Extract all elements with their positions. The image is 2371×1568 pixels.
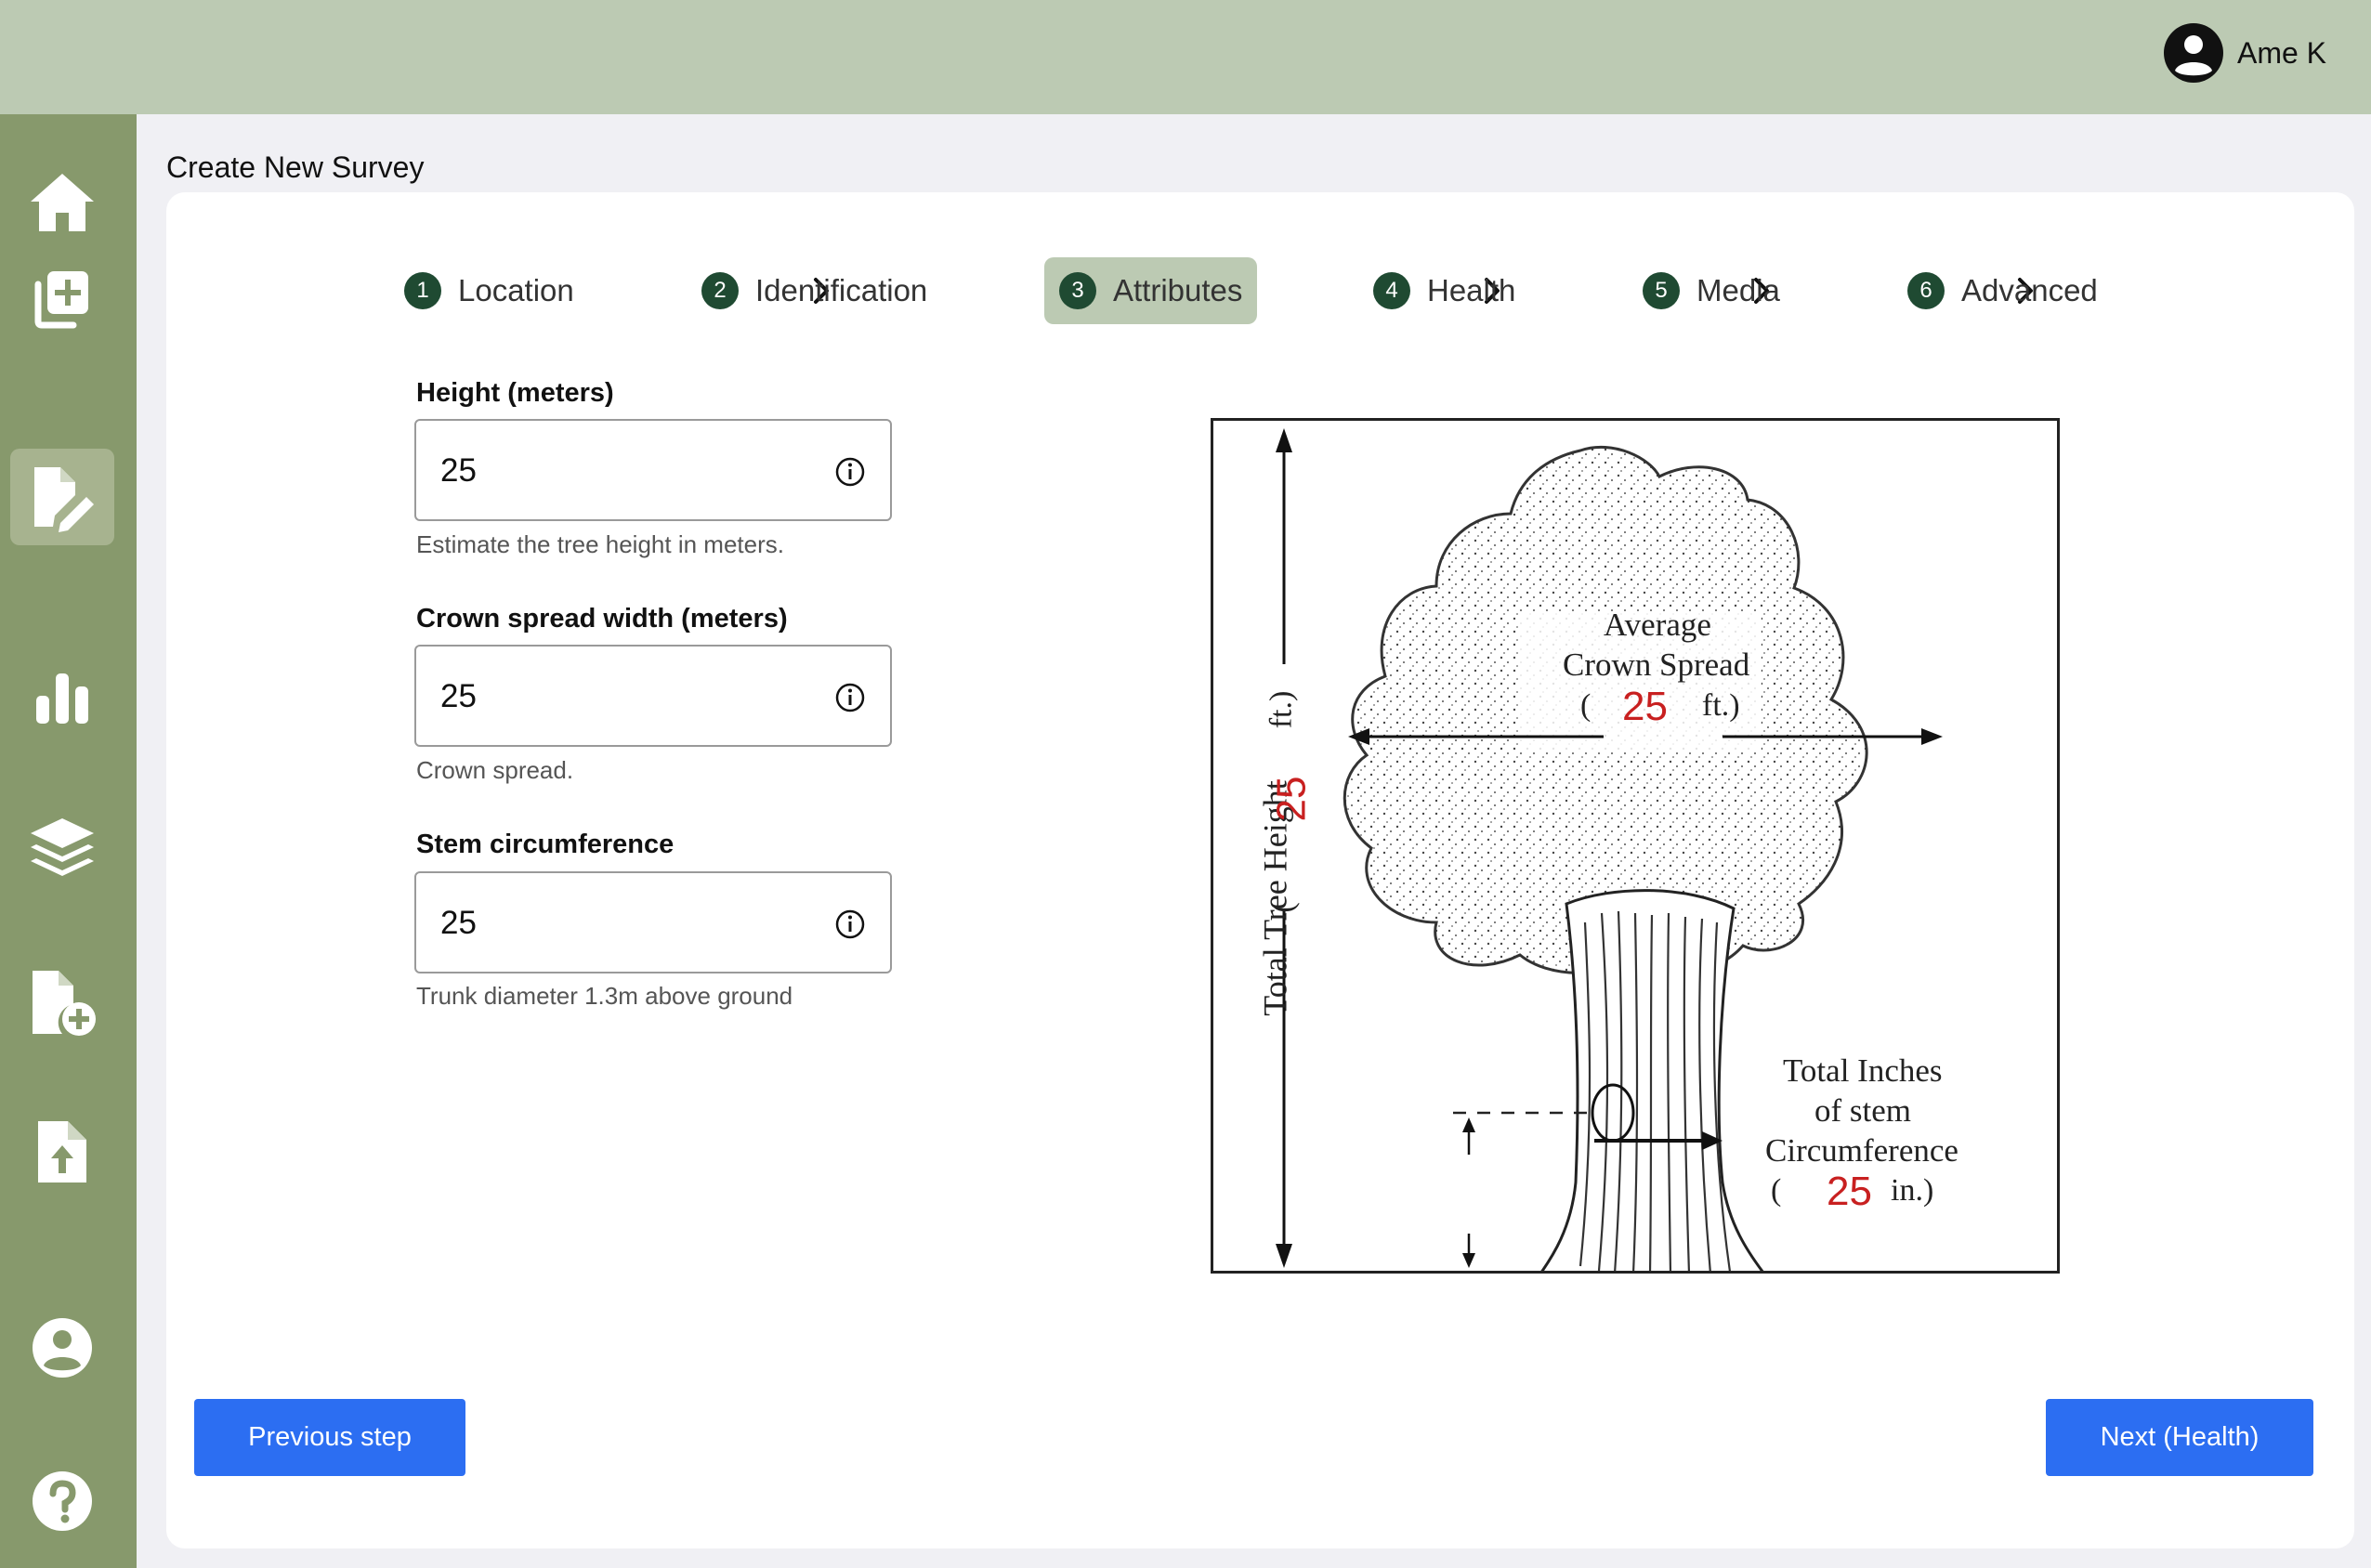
- info-icon[interactable]: [834, 682, 866, 713]
- sidebar-item-new-file[interactable]: [10, 954, 114, 1051]
- height-diagram-unit: ft.): [1264, 690, 1299, 729]
- height-help: Estimate the tree height in meters.: [416, 530, 784, 558]
- tree-measurement-diagram: Total Tree Height ( 25 ft.) Average Crow…: [1211, 418, 2060, 1274]
- bar-chart-icon: [36, 673, 88, 724]
- step-label: Location: [458, 273, 574, 307]
- sidebar-item-add-survey[interactable]: [10, 250, 114, 346]
- question-circle-icon: [33, 1471, 92, 1531]
- layers-icon: [31, 818, 94, 876]
- file-upload-icon: [38, 1121, 86, 1183]
- next-step-button[interactable]: Next (Health): [2046, 1399, 2313, 1476]
- stepper: 1 Location 2 Identification 3 Attributes…: [389, 257, 2173, 324]
- file-pen-icon: [34, 467, 94, 532]
- file-plus-icon: [33, 971, 96, 1036]
- crown-diagram-value: 25: [1622, 684, 1668, 729]
- step-identification[interactable]: 2 Identification: [687, 257, 942, 324]
- user-name: Ame K: [2236, 35, 2326, 70]
- step-number: 3: [1059, 272, 1096, 309]
- height-diagram-open: (: [1265, 902, 1301, 913]
- step-label: Advanced: [1961, 273, 2098, 307]
- height-field: [414, 419, 892, 521]
- step-attributes[interactable]: 3 Attributes: [1044, 257, 1258, 324]
- previous-step-button[interactable]: Previous step: [194, 1399, 465, 1476]
- crown-diagram-unit: ft.): [1702, 688, 1740, 723]
- stem-input[interactable]: [440, 897, 812, 949]
- height-label: Height (meters): [416, 378, 614, 408]
- sidebar-item-home[interactable]: [10, 154, 114, 251]
- crown-input[interactable]: [440, 671, 812, 723]
- sidebar-item-charts[interactable]: [10, 649, 114, 746]
- step-number: 1: [404, 272, 441, 309]
- user-menu[interactable]: Ame K: [2163, 22, 2326, 84]
- home-icon: [31, 174, 94, 231]
- step-media[interactable]: 5 Media: [1628, 257, 1795, 324]
- step-number: 5: [1643, 272, 1680, 309]
- step-health[interactable]: 4 Health: [1358, 257, 1530, 324]
- sidebar: [0, 114, 137, 1568]
- copy-plus-icon: [34, 271, 88, 329]
- sidebar-item-profile[interactable]: [10, 1300, 114, 1396]
- sidebar-item-help[interactable]: [10, 1453, 114, 1549]
- step-label: Attributes: [1113, 273, 1243, 307]
- stem-diagram-label-1: Total Inches: [1783, 1052, 1943, 1089]
- height-diagram-value: 25: [1268, 776, 1315, 822]
- sidebar-item-layers[interactable]: [10, 799, 114, 895]
- stem-diagram-label-3: Circumference: [1765, 1132, 1958, 1169]
- info-icon[interactable]: [834, 908, 866, 940]
- crown-diagram-label-1: Average: [1604, 607, 1711, 643]
- stem-field: [414, 871, 892, 973]
- stem-diagram-value: 25: [1827, 1169, 1872, 1214]
- stem-help: Trunk diameter 1.3m above ground: [416, 982, 793, 1010]
- sidebar-item-edit-survey[interactable]: [10, 449, 114, 545]
- step-label: Identification: [755, 273, 928, 307]
- info-icon[interactable]: [834, 456, 866, 488]
- page-title: Create New Survey: [166, 150, 425, 184]
- crown-field: [414, 645, 892, 747]
- stem-label: Stem circumference: [416, 830, 675, 859]
- top-bar: Ame K: [0, 0, 2371, 114]
- stem-diagram-label-2: of stem: [1814, 1092, 1912, 1129]
- crown-label: Crown spread width (meters): [416, 604, 788, 634]
- crown-diagram-open: (: [1580, 688, 1592, 723]
- step-number: 6: [1907, 272, 1945, 309]
- user-circle-icon: [2163, 22, 2224, 84]
- step-label: Health: [1427, 273, 1516, 307]
- step-advanced[interactable]: 6 Advanced: [1893, 257, 2113, 324]
- height-input[interactable]: [440, 445, 812, 497]
- survey-card: 1 Location 2 Identification 3 Attributes…: [166, 192, 2354, 1548]
- stem-diagram-open: (: [1771, 1173, 1782, 1208]
- sidebar-item-upload[interactable]: [10, 1104, 114, 1200]
- step-number: 2: [701, 272, 739, 309]
- step-number: 4: [1373, 272, 1410, 309]
- crown-help: Crown spread.: [416, 756, 574, 784]
- step-location[interactable]: 1 Location: [389, 257, 589, 324]
- step-label: Media: [1696, 273, 1780, 307]
- user-circle-icon: [33, 1318, 92, 1378]
- crown-diagram-label-2: Crown Spread: [1563, 647, 1750, 683]
- stem-diagram-unit: in.): [1891, 1173, 1934, 1208]
